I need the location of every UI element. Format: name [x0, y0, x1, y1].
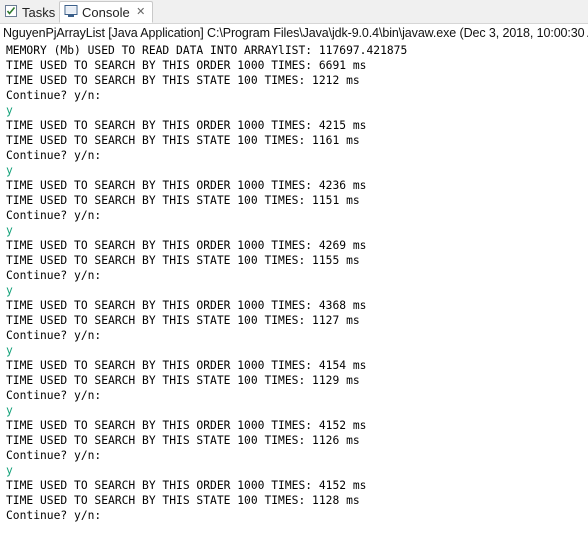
- console-output-line: TIME USED TO SEARCH BY THIS ORDER 1000 T…: [6, 359, 367, 372]
- console-input-line: y: [6, 164, 13, 177]
- console-input-line: y: [6, 104, 13, 117]
- console-output-line: Continue? y/n:: [6, 329, 102, 342]
- tab-console[interactable]: Console ✕: [59, 1, 153, 23]
- tasks-icon: [4, 4, 18, 21]
- console-output-line: TIME USED TO SEARCH BY THIS ORDER 1000 T…: [6, 179, 367, 192]
- tab-console-label: Console: [82, 4, 130, 20]
- console-output-line: TIME USED TO SEARCH BY THIS ORDER 1000 T…: [6, 419, 367, 432]
- console-output-line: Continue? y/n:: [6, 209, 102, 222]
- console-output-line: TIME USED TO SEARCH BY THIS STATE 100 TI…: [6, 374, 360, 387]
- console-description: NguyenPjArrayList [Java Application] C:\…: [3, 26, 588, 40]
- console-output-line: Continue? y/n:: [6, 269, 102, 282]
- tab-tasks-label: Tasks: [22, 4, 56, 20]
- console-output-line: Continue? y/n:: [6, 509, 102, 522]
- console-output-line: TIME USED TO SEARCH BY THIS STATE 100 TI…: [6, 434, 360, 447]
- console-output-line: TIME USED TO SEARCH BY THIS STATE 100 TI…: [6, 314, 360, 327]
- tab-tasks[interactable]: Tasks: [0, 1, 58, 23]
- console-output[interactable]: MEMORY (Mb) USED TO READ DATA INTO ARRAY…: [6, 43, 588, 523]
- console-output-line: Continue? y/n:: [6, 149, 102, 162]
- console-input-line: y: [6, 404, 13, 417]
- console-input-line: y: [6, 464, 13, 477]
- console-output-line: TIME USED TO SEARCH BY THIS STATE 100 TI…: [6, 254, 360, 267]
- console-output-line: TIME USED TO SEARCH BY THIS STATE 100 TI…: [6, 134, 360, 147]
- console-output-line: TIME USED TO SEARCH BY THIS STATE 100 TI…: [6, 74, 360, 87]
- console-output-line: MEMORY (Mb) USED TO READ DATA INTO ARRAY…: [6, 44, 408, 57]
- console-icon: [64, 4, 78, 21]
- console-output-line: TIME USED TO SEARCH BY THIS ORDER 1000 T…: [6, 479, 367, 492]
- console-output-line: TIME USED TO SEARCH BY THIS STATE 100 TI…: [6, 194, 360, 207]
- console-output-line: TIME USED TO SEARCH BY THIS ORDER 1000 T…: [6, 239, 367, 252]
- console-output-line: TIME USED TO SEARCH BY THIS STATE 100 TI…: [6, 494, 360, 507]
- console-output-line: TIME USED TO SEARCH BY THIS ORDER 1000 T…: [6, 119, 367, 132]
- close-icon[interactable]: ✕: [136, 7, 146, 18]
- console-input-line: y: [6, 284, 13, 297]
- console-output-line: TIME USED TO SEARCH BY THIS ORDER 1000 T…: [6, 299, 367, 312]
- console-output-line: Continue? y/n:: [6, 389, 102, 402]
- console-output-line: Continue? y/n:: [6, 449, 102, 462]
- console-output-line: Continue? y/n:: [6, 89, 102, 102]
- console-output-line: TIME USED TO SEARCH BY THIS ORDER 1000 T…: [6, 59, 367, 72]
- console-input-line: y: [6, 344, 13, 357]
- console-input-line: y: [6, 224, 13, 237]
- view-tab-bar: Tasks Console ✕: [0, 0, 588, 24]
